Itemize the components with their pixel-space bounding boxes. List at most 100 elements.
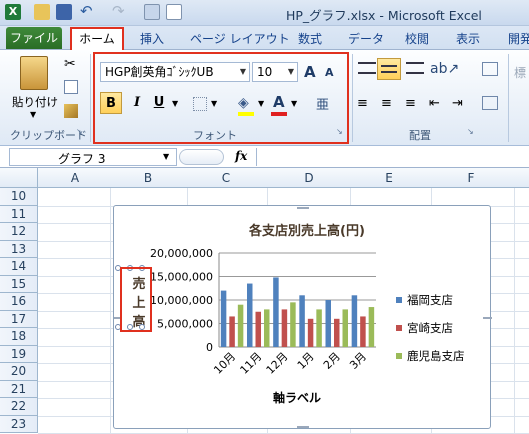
align-right-icon[interactable]: ≡ (405, 96, 416, 111)
bar-1-3 (307, 318, 314, 347)
new-document-icon[interactable] (166, 4, 182, 20)
tab-data[interactable]: データ (348, 30, 384, 47)
align-left-icon[interactable]: ≡ (357, 96, 368, 111)
alignment-launcher-icon[interactable]: ↘ (467, 127, 474, 136)
tab-insert[interactable]: 挿入 (140, 30, 164, 47)
legend-label-1: 宮崎支店 (407, 321, 453, 335)
legend-swatch-2 (396, 353, 402, 359)
bar-2-3 (316, 309, 322, 347)
undo-icon[interactable]: ↶ (80, 4, 96, 20)
row-header-21[interactable]: 21 (0, 380, 38, 398)
paste-button-label[interactable]: 貼り付け (12, 94, 58, 110)
redo-icon[interactable]: ↷ (112, 4, 128, 20)
column-header-d[interactable]: D (279, 171, 339, 185)
divider (508, 54, 509, 142)
wrap-text-icon[interactable] (482, 62, 498, 76)
column-header-f[interactable]: F (441, 171, 501, 185)
bar-1-1 (255, 311, 261, 347)
row-header-18[interactable]: 18 (0, 328, 38, 346)
tab-view[interactable]: 表示 (456, 30, 480, 47)
row-header-11[interactable]: 11 (0, 205, 38, 223)
column-header-b[interactable]: B (118, 171, 178, 185)
title-bar: X ↶ ↷ HP_グラフ.xlsx - Microsoft Excel (0, 0, 529, 26)
bar-1-4 (334, 318, 340, 347)
legend-label-0: 福岡支店 (407, 293, 453, 307)
select-all-button[interactable] (0, 168, 38, 188)
paste-icon[interactable] (20, 56, 48, 90)
chart-resize-handle (297, 426, 309, 428)
divider (352, 54, 353, 142)
row-header-16[interactable]: 16 (0, 293, 38, 311)
print-preview-icon[interactable] (144, 4, 160, 20)
format-painter-icon[interactable] (64, 104, 78, 118)
save-icon[interactable] (56, 4, 72, 20)
window-title: HP_グラフ.xlsx - Microsoft Excel (286, 8, 482, 23)
row-header-17[interactable]: 17 (0, 310, 38, 328)
bar-0-3 (299, 295, 305, 347)
align-bottom-icon[interactable] (406, 62, 424, 74)
row-header-10[interactable]: 10 (0, 188, 38, 206)
row-header-12[interactable]: 12 (0, 223, 38, 241)
open-folder-icon[interactable] (34, 4, 50, 20)
tab-page-layout[interactable]: ページ レイアウト (190, 30, 290, 47)
font-group-highlight (93, 52, 349, 144)
x-axis-title: 軸ラベル (273, 390, 321, 405)
row-header-22[interactable]: 22 (0, 398, 38, 416)
tab-developer[interactable]: 開発 (508, 30, 529, 47)
align-middle-icon (381, 65, 397, 73)
tab-file[interactable]: ファイル (6, 27, 62, 49)
chevron-down-icon[interactable]: ▼ (163, 152, 169, 161)
tab-review[interactable]: 校閲 (405, 30, 429, 47)
align-top-icon[interactable] (358, 62, 376, 74)
legend-label-2: 鹿児島支店 (407, 349, 465, 363)
bar-0-1 (247, 283, 253, 347)
y-tick-label: 10,000,000 (150, 294, 213, 307)
row-header-14[interactable]: 14 (0, 258, 38, 276)
column-header-a[interactable]: A (45, 171, 105, 185)
chart-area[interactable]: 各支店別売上高(円) 20,000,000 15,000,000 10,000,000… (113, 205, 492, 429)
increase-indent-icon[interactable]: ⇥ (452, 96, 463, 111)
insert-function-icon[interactable]: fx (235, 149, 247, 163)
formula-divider-handle[interactable] (179, 149, 224, 165)
paste-dropdown-icon[interactable]: ▼ (30, 110, 36, 119)
column-header-c[interactable]: C (196, 171, 256, 185)
bar-2-4 (342, 309, 348, 347)
copy-icon[interactable] (64, 80, 78, 94)
legend-swatch-0 (396, 297, 402, 303)
row-header-20[interactable]: 20 (0, 363, 38, 381)
clipboard-launcher-icon[interactable]: ↘ (76, 127, 83, 136)
align-center-icon[interactable]: ≡ (381, 96, 392, 111)
y-tick-label: 15,000,000 (150, 271, 213, 284)
column-header-e[interactable]: E (359, 171, 419, 185)
ribbon-tabs: ファイル ホーム 挿入 ページ レイアウト 数式 データ 校閲 表示 開発 (0, 26, 529, 51)
formula-input[interactable] (256, 148, 529, 166)
y-tick-label: 0 (206, 341, 213, 354)
bar-0-2 (273, 277, 279, 347)
bar-2-2 (290, 302, 296, 347)
tab-home[interactable]: ホーム (70, 27, 124, 51)
bar-1-2 (281, 309, 288, 347)
y-axis-title-highlight (120, 267, 152, 332)
x-tick-label: 12月 (264, 350, 291, 377)
row-header-13[interactable]: 13 (0, 240, 38, 258)
chart-svg: 各支店別売上高(円) 20,000,000 15,000,000 10,000,000… (114, 207, 492, 428)
merge-center-icon[interactable] (482, 96, 498, 110)
row-header-19[interactable]: 19 (0, 345, 38, 363)
y-tick-label: 20,000,000 (150, 247, 213, 260)
x-tick-label: 2月 (321, 350, 343, 372)
row-header-23[interactable]: 23 (0, 415, 38, 433)
column-header: A B C D E F (0, 168, 529, 188)
cut-icon[interactable]: ✂ (64, 56, 76, 72)
name-box-value: グラフ 3 (58, 152, 106, 166)
name-box[interactable]: グラフ 3 ▼ (9, 148, 177, 166)
x-tick-label: 1月 (295, 350, 317, 372)
bar-2-5 (368, 307, 375, 347)
decrease-indent-icon[interactable]: ⇤ (429, 96, 440, 111)
row-header-15[interactable]: 15 (0, 275, 38, 293)
chart-resize-handle (297, 207, 309, 209)
text-orientation-icon[interactable]: ab↗ (430, 61, 459, 77)
tab-formulas[interactable]: 数式 (298, 30, 322, 47)
bar-1-0 (229, 316, 235, 347)
alignment-group-label: 配置 (409, 129, 431, 142)
bar-0-4 (325, 300, 331, 347)
